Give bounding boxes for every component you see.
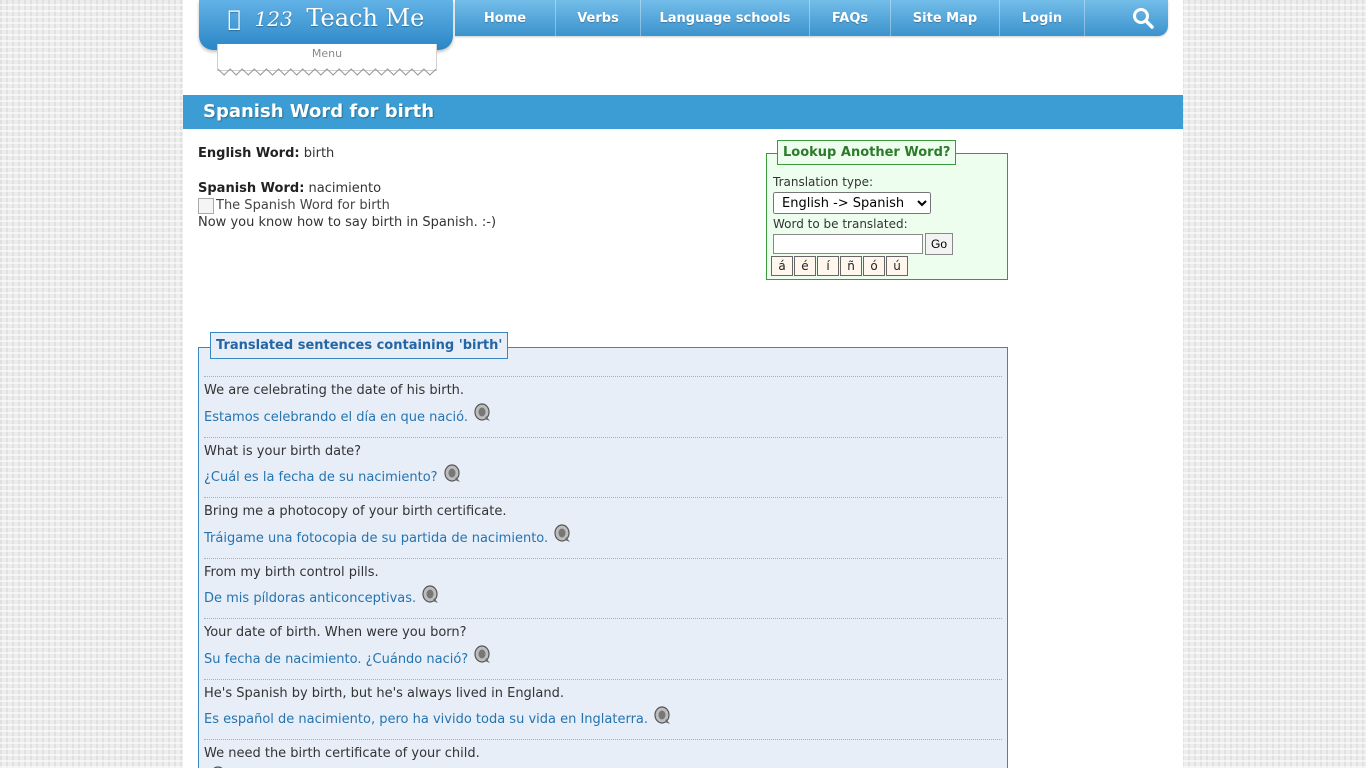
speaker-icon[interactable] xyxy=(652,705,672,725)
translation-type-label: Translation type: xyxy=(773,175,874,189)
spanish-sentence[interactable]: Estamos celebrando el día en que nació. xyxy=(204,403,492,427)
spanish-sentence[interactable]: Es español de nacimiento, pero ha vivido… xyxy=(204,705,672,730)
nav-site-map[interactable]: Site Map xyxy=(891,0,1000,36)
nav-home[interactable]: Home xyxy=(455,0,556,36)
word-image-alt: The Spanish Word for birth xyxy=(216,198,390,213)
word-input[interactable] xyxy=(773,234,923,254)
spanish-sentence[interactable]: De mis píldoras anticonceptivas. xyxy=(204,584,440,609)
logo[interactable]:  123 Teach Me xyxy=(199,0,453,50)
english-sentence: We are celebrating the date of his birth… xyxy=(204,383,465,398)
speaker-icon[interactable] xyxy=(552,523,572,543)
nav-verbs[interactable]: Verbs xyxy=(556,0,641,36)
accent-u-button[interactable]: ú xyxy=(886,256,908,276)
spanish-sentence-text: Tráigame una fotocopia de su partida de … xyxy=(204,530,549,546)
go-button[interactable]: Go xyxy=(925,233,953,255)
broken-image-icon xyxy=(198,197,214,214)
speaker-icon[interactable] xyxy=(420,584,440,604)
sentence-row: From my birth control pills. De mis píldo… xyxy=(204,557,1002,619)
english-sentence: He's Spanish by birth, but he's always l… xyxy=(204,685,565,701)
zigzag-edge xyxy=(218,68,436,76)
spanish-sentence-text: Es español de nacimiento, pero ha vivido… xyxy=(204,712,649,727)
accent-i-button[interactable]: í xyxy=(817,256,839,276)
english-sentence: From my birth control pills. xyxy=(204,564,379,580)
sentence-row: Bring me a photocopy of your birth certi… xyxy=(204,497,1002,558)
word-note: Now you know how to say birth in Spanish… xyxy=(198,215,497,230)
nav-faqs[interactable]: FAQs xyxy=(810,0,891,36)
sentence-row: We need the birth certificate of your ch… xyxy=(204,739,1002,768)
nav-login[interactable]: Login xyxy=(1000,0,1085,36)
spanish-sentence-text: ¿Cuál es la fecha de su nacimiento? xyxy=(204,470,438,485)
spanish-sentence-text: Estamos celebrando el día en que nació. xyxy=(204,409,468,425)
spanish-sentence-text: De mis píldoras anticonceptivas. xyxy=(204,591,417,606)
logo-name: Teach Me xyxy=(295,4,424,32)
accent-n-button[interactable]: ñ xyxy=(840,256,862,276)
search-button[interactable] xyxy=(1085,0,1168,36)
word-to-translate-label: Word to be translated: xyxy=(773,217,908,231)
accent-a-button[interactable]: á xyxy=(771,256,793,276)
apple-icon:  xyxy=(228,7,241,32)
nav-language-schools[interactable]: Language schools xyxy=(641,0,810,36)
menu-button[interactable]: Menu xyxy=(217,44,437,76)
page-title: Spanish Word for birth xyxy=(203,101,435,122)
spanish-sentence[interactable]: Su fecha de nacimiento. ¿Cuándo nació? xyxy=(204,645,492,669)
sentence-row: We are celebrating the date of his birth… xyxy=(204,376,1002,437)
sentence-row: What is your birth date? ¿Cuál es la fech… xyxy=(204,436,1002,498)
spanish-word-label: Spanish Word: xyxy=(198,181,305,196)
sentences-legend: Translated sentences containing 'birth' xyxy=(210,332,509,359)
spanish-sentence[interactable]: Tráigame una fotocopia de su partida de … xyxy=(204,524,572,548)
accent-e-button[interactable]: é xyxy=(794,256,816,276)
search-icon xyxy=(1133,8,1154,29)
accent-buttons: á é í ñ ó ú xyxy=(771,256,909,276)
english-word-value: birth xyxy=(303,146,335,161)
top-nav: Home Verbs Language schools FAQs Site Ma… xyxy=(455,0,1168,36)
english-sentence: Bring me a photocopy of your birth certi… xyxy=(204,504,507,519)
speaker-icon[interactable] xyxy=(472,402,492,422)
english-sentence: We need the birth certificate of your ch… xyxy=(204,746,480,761)
word-info: English Word: birth Spanish Word: nacimi… xyxy=(198,145,496,231)
accent-o-button[interactable]: ó xyxy=(863,256,885,276)
word-image: The Spanish Word for birth xyxy=(198,197,496,214)
english-word-label: English Word: xyxy=(198,146,300,161)
speaker-icon[interactable] xyxy=(472,644,492,664)
translation-type-select[interactable]: English -> Spanish xyxy=(773,192,931,214)
spanish-word-value: nacimiento xyxy=(308,181,382,196)
lookup-legend: Lookup Another Word? xyxy=(777,140,957,165)
spanish-sentence-text: Su fecha de nacimiento. ¿Cuándo nació? xyxy=(204,651,469,667)
sentence-row: He's Spanish by birth, but he's always l… xyxy=(204,678,1002,740)
sentences-box: Translated sentences containing 'birth' … xyxy=(198,332,1008,768)
logo-number: 123 xyxy=(244,7,293,31)
english-sentence: What is your birth date? xyxy=(204,443,362,459)
menu-label: Menu xyxy=(311,47,343,60)
page-container:  123 Teach Me Menu Home Verbs Language … xyxy=(183,0,1183,768)
speaker-icon[interactable] xyxy=(442,463,462,483)
english-sentence: Your date of birth. When were you born? xyxy=(204,625,467,640)
lookup-box: Lookup Another Word? Translation type: E… xyxy=(766,140,1008,280)
spanish-sentence[interactable]: ¿Cuál es la fecha de su nacimiento? xyxy=(204,463,462,488)
title-bar: Spanish Word for birth xyxy=(183,95,1183,129)
sentence-row: Your date of birth. When were you born? S… xyxy=(204,618,1002,679)
